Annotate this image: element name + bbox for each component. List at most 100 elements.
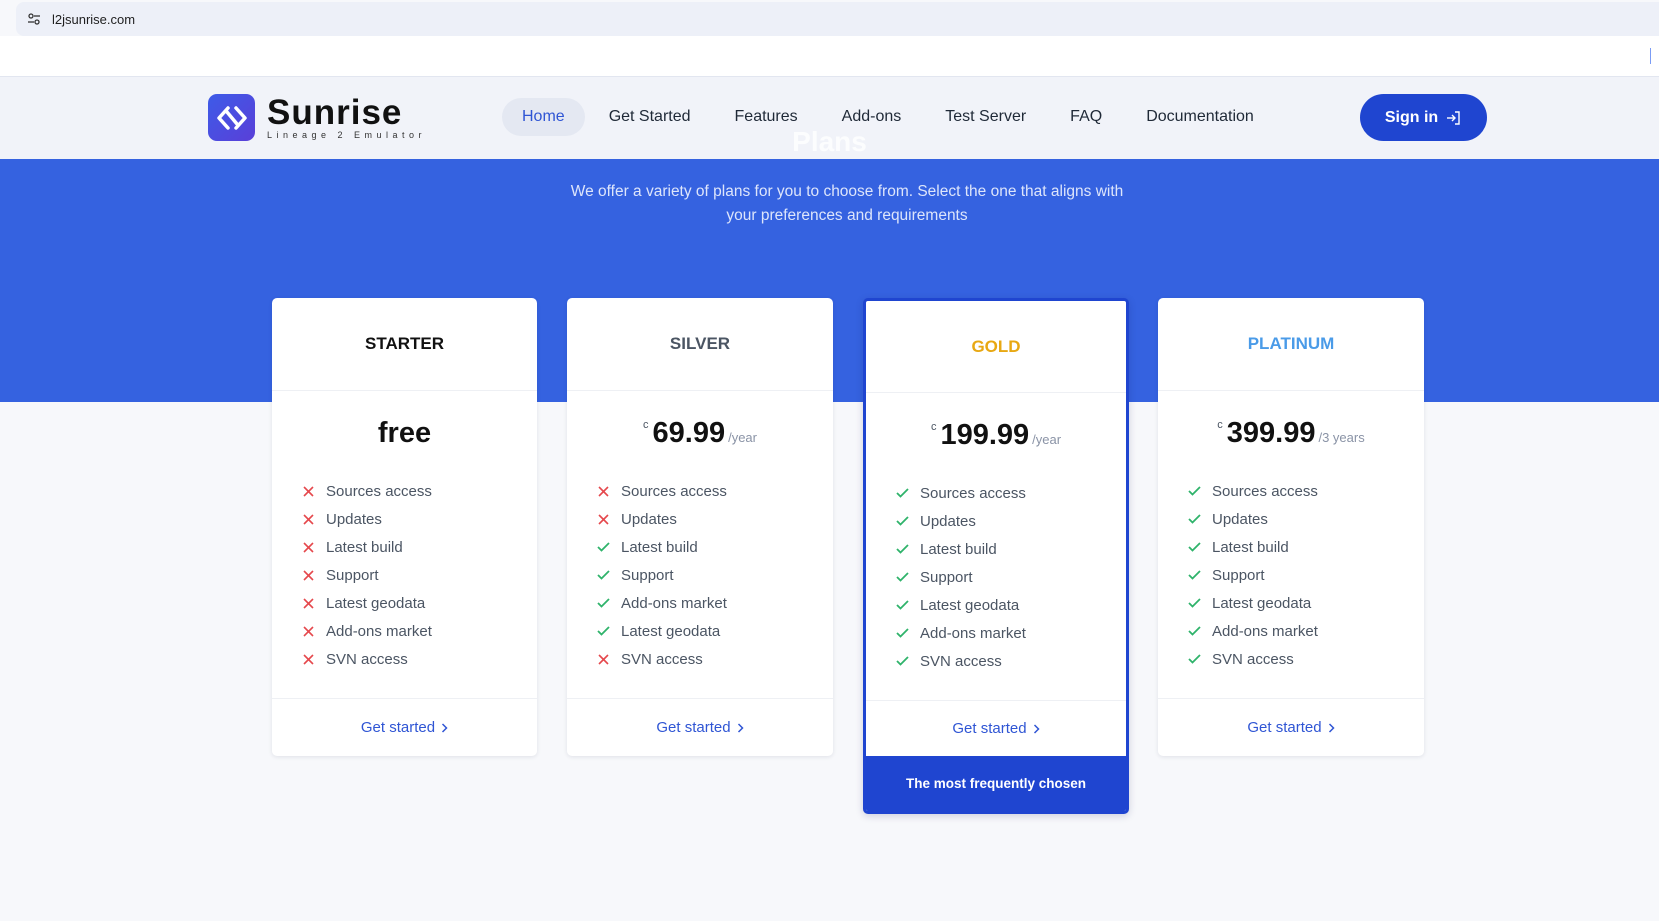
check-icon	[894, 625, 910, 641]
check-icon	[1186, 651, 1202, 667]
feature-label: Sources access	[920, 484, 1026, 502]
feature-label: Sources access	[1212, 482, 1318, 500]
plan-name: SILVER	[567, 298, 833, 391]
plan-price: c 199.99/year	[866, 419, 1126, 463]
feature-item: Sources access	[894, 479, 1126, 507]
feature-label: Updates	[1212, 510, 1268, 528]
feature-item: Updates	[894, 507, 1126, 535]
feature-item: SVN access	[300, 645, 537, 673]
cross-icon	[300, 623, 316, 639]
check-icon	[1186, 539, 1202, 555]
feature-item: Add-ons market	[595, 589, 833, 617]
get-started-button[interactable]: Get started	[1158, 698, 1424, 756]
feature-item: Latest geodata	[595, 617, 833, 645]
feature-label: Support	[920, 568, 973, 586]
address-bar[interactable]: l2jsunrise.com	[16, 2, 1659, 36]
feature-item: Support	[300, 561, 537, 589]
feature-label: Support	[621, 566, 674, 584]
feature-item: Add-ons market	[894, 619, 1126, 647]
plan-name: STARTER	[272, 298, 537, 391]
feature-item: Updates	[300, 505, 537, 533]
feature-label: SVN access	[1212, 650, 1294, 668]
plan-price: c 399.99/3 years	[1158, 417, 1424, 461]
feature-list: Sources access Updates Latest build Support…	[272, 477, 537, 673]
check-icon	[1186, 595, 1202, 611]
feature-item: Sources access	[300, 477, 537, 505]
feature-item: Sources access	[1186, 477, 1424, 505]
scroll-caret	[1650, 48, 1651, 64]
feature-item: Add-ons market	[300, 617, 537, 645]
feature-item: Updates	[1186, 505, 1424, 533]
check-icon	[1186, 623, 1202, 639]
price-free: free	[377, 417, 432, 449]
site-settings-icon[interactable]	[26, 11, 42, 27]
get-started-button[interactable]: Get started	[866, 700, 1126, 756]
sign-in-icon	[1446, 110, 1462, 126]
feature-label: Add-ons market	[621, 594, 727, 612]
price-amount: 69.99	[652, 417, 726, 449]
price-period: /year	[1032, 432, 1062, 447]
check-icon	[1186, 483, 1202, 499]
feature-label: SVN access	[920, 652, 1002, 670]
sign-in-label: Sign in	[1384, 108, 1439, 126]
check-icon	[894, 485, 910, 501]
check-icon	[595, 595, 611, 611]
feature-item: Support	[894, 563, 1126, 591]
url-text[interactable]: l2jsunrise.com	[52, 12, 135, 27]
cross-icon	[300, 567, 316, 583]
get-started-button[interactable]: Get started	[567, 698, 833, 756]
page-subtitle: We offer a variety of plans for you to c…	[570, 183, 1124, 224]
chevron-right-icon	[1328, 722, 1335, 733]
price-currency: c	[1217, 419, 1223, 431]
chevron-right-icon	[1033, 723, 1040, 734]
feature-item: Support	[595, 561, 833, 589]
chevron-right-icon	[737, 722, 744, 733]
price-currency: c	[643, 419, 649, 431]
feature-label: Updates	[621, 510, 677, 528]
feature-item: Add-ons market	[1186, 617, 1424, 645]
plan-name: PLATINUM	[1158, 298, 1424, 391]
feature-label: Latest build	[326, 538, 403, 556]
get-started-label: Get started	[952, 720, 1027, 737]
cross-icon	[300, 595, 316, 611]
get-started-label: Get started	[1247, 719, 1322, 736]
page-title: Plans	[792, 126, 867, 157]
price-period: /3 years	[1318, 430, 1365, 445]
feature-list: Sources access Updates Latest build Support…	[567, 477, 833, 673]
feature-item: SVN access	[894, 647, 1126, 675]
cross-icon	[300, 511, 316, 527]
cross-icon	[300, 651, 316, 667]
feature-label: SVN access	[621, 650, 703, 668]
feature-label: Updates	[326, 510, 382, 528]
check-icon	[894, 513, 910, 529]
plan-card-starter: STARTER free Sources access Updates Latest…	[272, 298, 537, 756]
browser-strip	[0, 36, 1659, 76]
feature-label: Sources access	[621, 482, 727, 500]
feature-item: Latest geodata	[300, 589, 537, 617]
feature-item: Latest build	[894, 535, 1126, 563]
cross-icon	[595, 651, 611, 667]
price-currency: c	[930, 421, 937, 433]
plan-card-platinum: PLATINUM c 399.99/3 years Sources access U…	[1158, 298, 1424, 756]
feature-label: Support	[326, 566, 379, 584]
check-icon	[595, 539, 611, 555]
get-started-button[interactable]: Get started	[272, 698, 537, 756]
feature-item: Latest build	[595, 533, 833, 561]
plan-card-gold: GOLD c 199.99/year Sources access Updates L…	[863, 298, 1129, 814]
check-icon	[1186, 511, 1202, 527]
popular-badge: The most frequently chosen	[866, 756, 1126, 811]
feature-item: SVN access	[595, 645, 833, 673]
feature-item: Latest build	[1186, 533, 1424, 561]
feature-item: Latest build	[300, 533, 537, 561]
chevron-right-icon	[441, 722, 448, 733]
plan-name: GOLD	[866, 301, 1126, 393]
price-period: /year	[728, 430, 757, 445]
feature-item: Latest geodata	[1186, 589, 1424, 617]
check-icon	[894, 653, 910, 669]
feature-item: SVN access	[1186, 645, 1424, 673]
feature-label: Updates	[920, 512, 976, 530]
feature-list: Sources access Updates Latest build Support…	[1158, 477, 1424, 673]
feature-label: Latest build	[920, 540, 997, 558]
price-amount: 399.99	[1226, 417, 1316, 449]
feature-label: Latest build	[1212, 538, 1289, 556]
